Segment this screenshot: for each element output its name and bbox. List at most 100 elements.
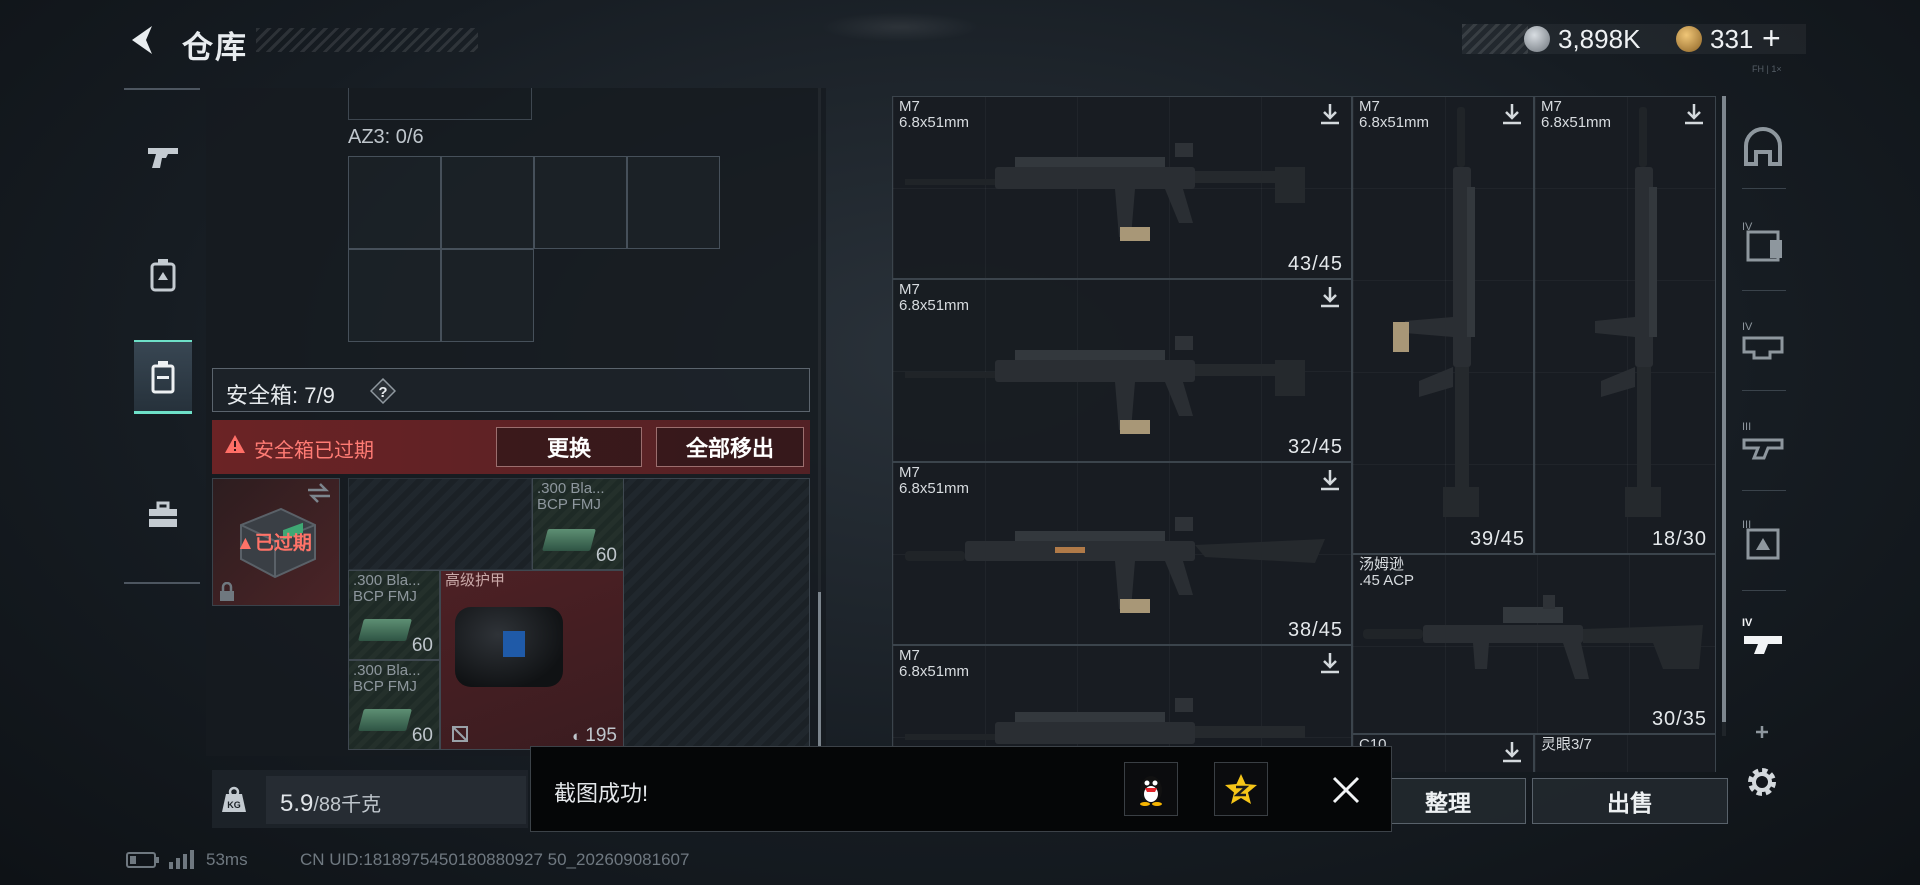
- swap-icon[interactable]: [306, 482, 332, 504]
- rifle-image: [905, 143, 1305, 241]
- ammo-name: .300 Bla... BCP FMJ: [537, 480, 605, 513]
- gun-iv-icon[interactable]: IV: [1740, 614, 1786, 660]
- expired-stamp-text: 已过期: [254, 533, 312, 554]
- close-icon[interactable]: [1326, 770, 1366, 810]
- replace-button[interactable]: 更换: [496, 427, 642, 467]
- item-ammo-count: 39/45: [1469, 528, 1525, 550]
- item-ammo-count: 43/45: [1287, 253, 1343, 275]
- ammo-count: 60: [411, 725, 433, 746]
- title-decoration: [256, 28, 478, 52]
- background-light: [820, 12, 980, 42]
- page-title: 仓库: [182, 30, 248, 65]
- user-uid: CN UID:1818975450180880927 50_2026090816…: [300, 850, 690, 869]
- divider: [1742, 290, 1786, 291]
- warehouse-item-m7-vertical[interactable]: M7 6.8x51mm 39/45: [1352, 96, 1534, 554]
- download-icon[interactable]: [1683, 103, 1705, 125]
- back-arrow-icon[interactable]: [126, 22, 160, 58]
- category-gear[interactable]: [134, 238, 192, 312]
- svg-text:III: III: [1742, 421, 1751, 433]
- armor-item[interactable]: 高级护甲 ◐ 195: [440, 570, 624, 750]
- rifle-image-vertical: [1393, 107, 1479, 517]
- currency-decoration: [1462, 24, 1528, 54]
- add-currency-button[interactable]: +: [1762, 20, 1781, 57]
- item-name: M7: [899, 281, 920, 298]
- az3-slot[interactable]: [348, 156, 441, 249]
- divider: [1742, 390, 1786, 391]
- add-icon[interactable]: [1752, 722, 1772, 742]
- rifle-image: [905, 517, 1325, 613]
- svg-text:IV: IV: [1742, 617, 1753, 629]
- gun-iii-icon[interactable]: III: [1740, 418, 1786, 464]
- warehouse-item-thompson[interactable]: 汤姆逊 .45 ACP 30/35: [1352, 554, 1716, 734]
- weight-max: /88千克: [313, 794, 382, 816]
- qzone-star-icon: [1225, 774, 1257, 804]
- category-weapons[interactable]: [134, 120, 192, 194]
- category-safe-box[interactable]: [134, 340, 192, 414]
- pistol-icon: [148, 148, 178, 168]
- armor-iv-icon[interactable]: IV: [1740, 218, 1786, 264]
- sort-button[interactable]: 整理: [1370, 778, 1526, 824]
- safe-box-icon: [151, 360, 175, 393]
- help-icon[interactable]: ?: [370, 378, 396, 404]
- weight-readout: 5.9/88千克: [280, 788, 381, 818]
- warehouse-item-m7[interactable]: M7 6.8x51mm 43/45: [892, 96, 1352, 279]
- share-qzone-button[interactable]: [1214, 762, 1268, 816]
- gold-balance: 331: [1710, 24, 1754, 54]
- warehouse-scrollbar-thumb[interactable]: [1722, 96, 1726, 722]
- armor-iii-icon[interactable]: III: [1740, 516, 1786, 562]
- helmet-icon[interactable]: [1740, 124, 1786, 170]
- ammo-item[interactable]: .300 Bla... BCP FMJ 60: [348, 570, 440, 660]
- toolbox-icon: [149, 501, 177, 527]
- armor-name: 高级护甲: [445, 572, 506, 589]
- download-icon[interactable]: [1319, 652, 1341, 674]
- az3-slot[interactable]: [441, 249, 534, 342]
- download-icon[interactable]: [1319, 469, 1341, 491]
- download-icon[interactable]: [1319, 103, 1341, 125]
- share-qq-button[interactable]: [1124, 762, 1178, 816]
- warehouse-item-m7-vertical[interactable]: M7 6.8x51mm 18/30: [1534, 96, 1716, 554]
- item-ammo-count: 38/45: [1287, 619, 1343, 641]
- silver-balance: 3,898K: [1558, 24, 1641, 54]
- expired-stamp: ▲已过期: [236, 528, 312, 555]
- item-name: M7: [1541, 98, 1562, 115]
- ammo-name: .300 Bla... BCP FMJ: [353, 572, 421, 605]
- expired-warning-text: 安全箱已过期: [254, 440, 374, 462]
- warehouse-item-m7[interactable]: M7 6.8x51mm 38/45: [892, 462, 1352, 645]
- gear-icon[interactable]: [1744, 764, 1780, 800]
- download-icon[interactable]: [1501, 741, 1523, 763]
- container-slot-partial: [348, 88, 532, 120]
- qq-penguin-icon: [1140, 776, 1162, 806]
- download-icon[interactable]: [1501, 103, 1523, 125]
- empty-slot[interactable]: [348, 478, 532, 570]
- divider: [1742, 590, 1786, 591]
- ammo-box-image: [542, 529, 596, 551]
- ammo-name: .300 Bla... BCP FMJ: [353, 662, 421, 695]
- download-icon[interactable]: [1319, 286, 1341, 308]
- no-insure-icon: [452, 726, 468, 742]
- az3-slot[interactable]: [627, 156, 720, 249]
- rig-iv-icon[interactable]: IV: [1740, 318, 1786, 364]
- signal-icon: [169, 850, 194, 869]
- warehouse-item-m7[interactable]: M7 6.8x51mm 32/45: [892, 279, 1352, 462]
- ammo-box-image: [358, 709, 412, 731]
- shield-icon: ◐: [572, 728, 586, 745]
- weight-current: 5.9: [280, 790, 314, 817]
- ammo-item[interactable]: .300 Bla... BCP FMJ 60: [348, 660, 440, 750]
- help-label: ?: [378, 384, 387, 401]
- ping-readout: 53ms: [206, 850, 248, 869]
- item-name: 汤姆逊: [1359, 556, 1405, 573]
- category-tools[interactable]: [134, 478, 192, 552]
- rifle-image: [905, 336, 1305, 434]
- armor-durability: ◐ 195: [572, 725, 617, 746]
- armor-patch: [503, 631, 525, 657]
- az3-slot[interactable]: [348, 249, 441, 342]
- ammo-item[interactable]: .300 Bla... BCP FMJ 60: [532, 478, 624, 570]
- warehouse-item-scope[interactable]: 灵眼3/7: [1534, 734, 1716, 772]
- container-scrollbar-thumb[interactable]: [818, 592, 821, 748]
- warning-icon: ▲: [236, 533, 255, 554]
- gold-coin-icon: [1676, 26, 1702, 52]
- sell-button[interactable]: 出售: [1532, 778, 1728, 824]
- move-all-button[interactable]: 全部移出: [656, 427, 804, 467]
- az3-slot[interactable]: [534, 156, 627, 249]
- az3-slot[interactable]: [441, 156, 534, 249]
